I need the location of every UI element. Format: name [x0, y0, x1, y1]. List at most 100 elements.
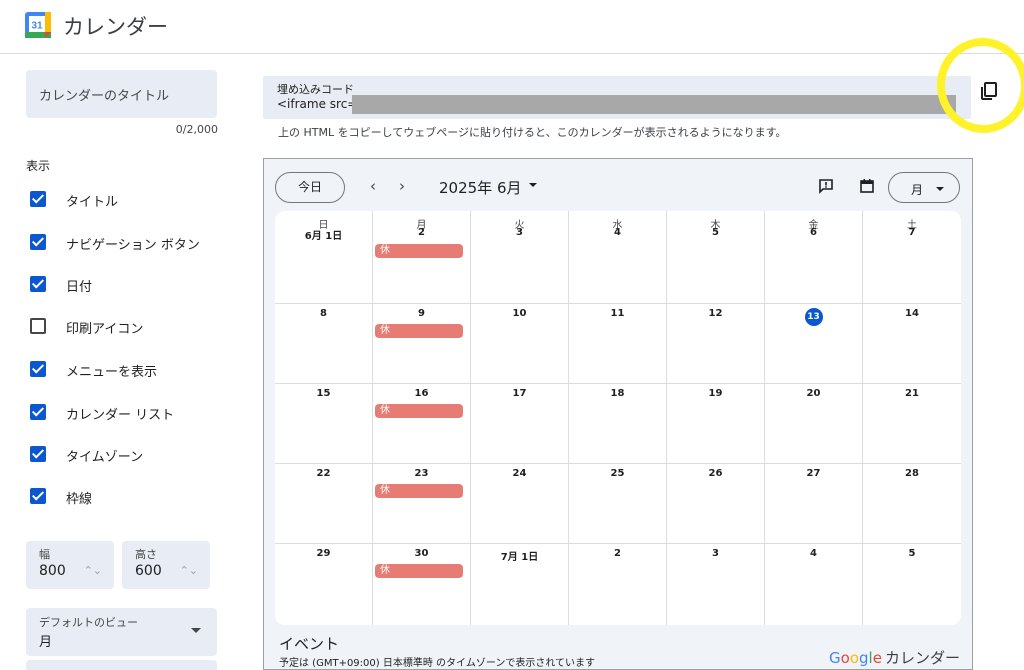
date-number[interactable]: 20 [765, 388, 862, 399]
calendar-title-input[interactable]: カレンダーのタイトル [26, 70, 217, 118]
today-date[interactable]: 13 [804, 308, 823, 326]
display-option[interactable]: 枠線 [30, 487, 230, 507]
date-number[interactable]: 17 [471, 388, 568, 399]
date-number[interactable]: 6月 1日 [275, 227, 372, 242]
date-number[interactable]: 19 [667, 388, 764, 399]
month-title[interactable]: 2025年 6月 [439, 177, 522, 198]
day-cell[interactable]: 8 [275, 304, 373, 384]
day-cell[interactable]: 9休 [373, 304, 471, 384]
date-number[interactable]: 21 [863, 388, 961, 399]
date-number[interactable]: 8 [275, 308, 372, 319]
next-select-field[interactable] [26, 660, 217, 670]
date-number[interactable]: 7 [863, 227, 961, 238]
day-cell[interactable]: 23 休 [373, 464, 471, 544]
day-cell[interactable]: 15 [275, 384, 373, 464]
feedback-icon[interactable] [818, 178, 834, 194]
day-cell[interactable]: 17 [471, 384, 569, 464]
day-cell[interactable]: 土7 [863, 211, 961, 304]
prev-month-button[interactable]: ‹ [370, 177, 376, 195]
checkbox-checked-icon[interactable] [30, 446, 46, 462]
checkbox-checked-icon[interactable] [30, 191, 46, 207]
calendar-icon[interactable] [859, 178, 875, 194]
date-number[interactable]: 22 [275, 468, 372, 479]
date-number[interactable]: 14 [863, 308, 961, 319]
date-number[interactable]: 2 [373, 227, 470, 238]
display-option[interactable]: カレンダー リスト [30, 403, 230, 423]
date-number[interactable]: 11 [569, 308, 666, 319]
day-cell[interactable]: 火3 [471, 211, 569, 304]
day-cell[interactable]: 30 休 [373, 544, 471, 625]
day-cell[interactable]: 25 [569, 464, 667, 544]
holiday-event[interactable]: 休 [375, 244, 463, 258]
display-option[interactable]: ナビゲーション ボタン [30, 233, 230, 253]
checkbox-checked-icon[interactable] [30, 276, 46, 292]
date-number[interactable]: 3 [667, 548, 764, 559]
day-cell[interactable]: 26 [667, 464, 765, 544]
date-number[interactable]: 23 [373, 468, 470, 479]
day-cell[interactable]: 13 [765, 304, 863, 384]
day-cell[interactable]: 22 [275, 464, 373, 544]
date-number[interactable]: 18 [569, 388, 666, 399]
google-calendar-brand[interactable]: Google カレンダー [829, 647, 960, 668]
checkbox-unchecked-icon[interactable] [30, 318, 46, 334]
date-number[interactable]: 28 [863, 468, 961, 479]
day-cell[interactable]: 21 [863, 384, 961, 464]
checkbox-checked-icon[interactable] [30, 404, 46, 420]
date-number[interactable]: 16 [373, 388, 470, 399]
date-number[interactable]: 4 [765, 548, 862, 559]
default-view-select[interactable]: デフォルトのビュー 月 [26, 608, 217, 656]
day-cell[interactable]: 5 [863, 544, 961, 625]
day-cell[interactable]: 12 [667, 304, 765, 384]
day-cell[interactable]: 木5 [667, 211, 765, 304]
date-number[interactable]: 12 [667, 308, 764, 319]
display-option[interactable]: タイトル [30, 190, 230, 210]
date-number[interactable]: 5 [863, 548, 961, 559]
day-cell[interactable]: 18 [569, 384, 667, 464]
next-month-button[interactable]: › [399, 177, 405, 195]
width-stepper-icon[interactable]: ⌃⌄ [84, 564, 102, 577]
view-switch-button[interactable]: 月 [888, 172, 960, 203]
display-option[interactable]: 印刷アイコン [30, 317, 230, 337]
day-cell[interactable]: 16 休 [373, 384, 471, 464]
date-number[interactable]: 4 [569, 227, 666, 238]
today-button[interactable]: 今日 [275, 172, 345, 203]
day-cell[interactable]: 20 [765, 384, 863, 464]
date-number[interactable]: 25 [569, 468, 666, 479]
day-cell[interactable]: 金6 [765, 211, 863, 304]
day-cell[interactable]: 4 [765, 544, 863, 625]
width-field[interactable]: 幅 800 ⌃⌄ [26, 541, 114, 589]
date-number[interactable]: 26 [667, 468, 764, 479]
day-cell[interactable]: 日 6月 1日 [275, 211, 373, 304]
day-cell[interactable]: 水4 [569, 211, 667, 304]
date-number[interactable]: 6 [765, 227, 862, 238]
checkbox-checked-icon[interactable] [30, 234, 46, 250]
height-stepper-icon[interactable]: ⌃⌄ [180, 564, 198, 577]
display-option[interactable]: メニューを表示 [30, 360, 230, 380]
checkbox-checked-icon[interactable] [30, 361, 46, 377]
day-cell[interactable]: 28 [863, 464, 961, 544]
day-cell[interactable]: 27 [765, 464, 863, 544]
display-option[interactable]: 日付 [30, 275, 230, 295]
date-number[interactable]: 3 [471, 227, 568, 238]
day-cell[interactable]: 11 [569, 304, 667, 384]
date-number[interactable]: 5 [667, 227, 764, 238]
day-cell[interactable]: 10 [471, 304, 569, 384]
day-cell[interactable]: 2 [569, 544, 667, 625]
date-number[interactable]: 2 [569, 548, 666, 559]
date-number[interactable]: 24 [471, 468, 568, 479]
day-cell[interactable]: 7月 1日 [471, 544, 569, 625]
date-number[interactable]: 29 [275, 548, 372, 559]
embed-code-box[interactable]: 埋め込みコード <iframe src=" [263, 76, 971, 119]
checkbox-checked-icon[interactable] [30, 488, 46, 504]
day-cell[interactable]: 19 [667, 384, 765, 464]
month-caret-icon[interactable] [529, 183, 537, 187]
date-number[interactable]: 30 [373, 548, 470, 559]
height-field[interactable]: 高さ 600 ⌃⌄ [122, 541, 210, 589]
holiday-event[interactable]: 休 [375, 564, 463, 578]
day-cell[interactable]: 月2休 [373, 211, 471, 304]
date-number[interactable]: 7月 1日 [471, 548, 568, 563]
day-cell[interactable]: 29 [275, 544, 373, 625]
holiday-event[interactable]: 休 [375, 484, 463, 498]
day-cell[interactable]: 14 [863, 304, 961, 384]
holiday-event[interactable]: 休 [375, 324, 463, 338]
